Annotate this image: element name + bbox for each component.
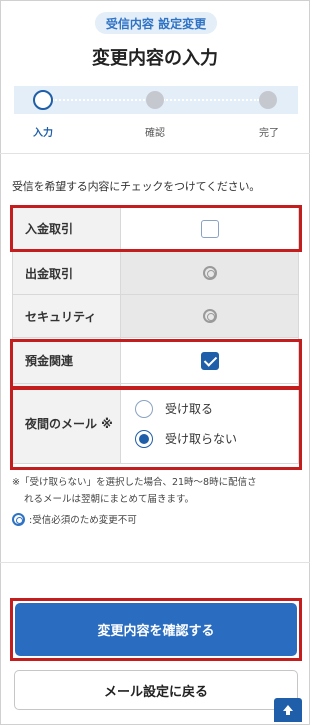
required-fixed-icon: [202, 309, 217, 324]
night-mail-note: ※「受け取らない」を選択した場合、21時〜8時に配信さ れるメールは翌朝にまとめ…: [12, 474, 302, 508]
section-badge: 受信内容 設定変更: [95, 12, 217, 34]
step-dot-complete: [259, 91, 277, 109]
step-connector: [52, 99, 148, 101]
radio-label: 受け取る: [165, 402, 214, 416]
scroll-to-top-button[interactable]: [274, 698, 302, 722]
radio-not-receive[interactable]: 受け取らない: [121, 424, 298, 454]
instruction-text: 受信を希望する内容にチェックをつけてください。: [12, 180, 261, 193]
option-row-withdrawal: 出金取引: [12, 251, 299, 295]
divider: [0, 562, 310, 563]
step-label-complete: 完了: [259, 128, 279, 139]
step-label-input: 入力: [33, 128, 53, 139]
radio-button[interactable]: [135, 399, 153, 418]
note-line: ※「受け取らない」を選択した場合、21時〜8時に配信さ: [12, 477, 257, 488]
step-label-confirm: 確認: [145, 128, 165, 139]
confirm-changes-button[interactable]: 変更内容を確認する: [15, 603, 297, 656]
required-fixed-icon: [12, 512, 25, 526]
option-row-security: セキュリティ: [12, 294, 299, 338]
savings-checkbox[interactable]: [200, 351, 219, 370]
option-row-savings: 預金関連: [12, 337, 299, 384]
legend: :受信必須のため変更不可: [12, 512, 137, 526]
step-connector: [163, 99, 259, 101]
back-to-mail-settings-button[interactable]: メール設定に戻る: [14, 670, 298, 710]
required-fixed-icon: [202, 266, 217, 281]
option-row-night-mail: 夜間のメール ※ 受け取る 受け取らない: [12, 383, 299, 464]
option-label: 預金関連: [12, 337, 121, 384]
option-label: 入金取引: [12, 205, 121, 252]
radio-button[interactable]: [135, 429, 153, 448]
step-dot-confirm: [146, 91, 164, 109]
page-title: 変更内容の入力: [92, 48, 218, 69]
note-line: れるメールは翌朝にまとめて届きます。: [24, 494, 195, 505]
step-dot-input: [33, 90, 53, 110]
radio-label: 受け取らない: [165, 432, 238, 446]
arrow-up-icon: [283, 705, 293, 715]
notification-options-table: 入金取引 出金取引 セキュリティ 預金関連 夜間のメール ※ 受け取る 受け取ら…: [12, 205, 299, 464]
deposit-checkbox[interactable]: [200, 219, 219, 238]
option-label: 夜間のメール ※: [12, 383, 121, 464]
radio-receive[interactable]: 受け取る: [121, 394, 298, 424]
option-label: セキュリティ: [12, 294, 121, 338]
divider: [0, 153, 310, 154]
option-label: 出金取引: [12, 251, 121, 295]
option-row-deposit: 入金取引: [12, 205, 299, 252]
legend-text: :受信必須のため変更不可: [29, 515, 137, 526]
